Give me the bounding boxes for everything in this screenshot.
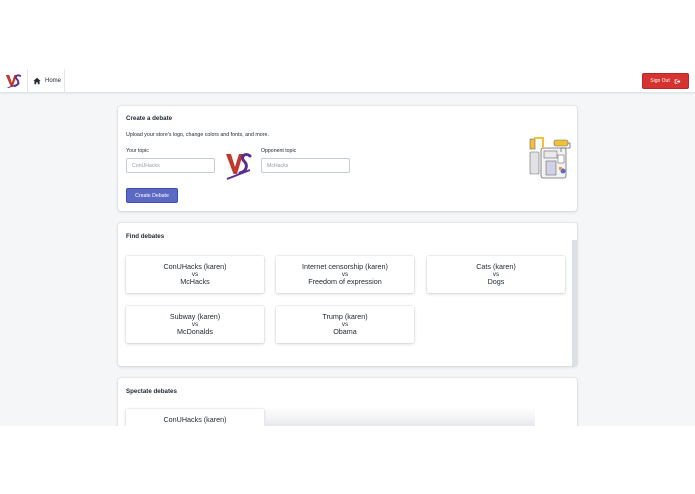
opponent-topic-input[interactable] (261, 158, 350, 173)
debate-tile[interactable]: Cats (karen) vs Dogs (427, 256, 565, 293)
your-topic-input[interactable] (126, 158, 215, 173)
debate-tile[interactable]: Subway (karen) vs McDonalds (126, 306, 264, 343)
debate-topic: ConUHacks (karen) (163, 415, 227, 424)
opponent-topic-label: Opponent topic (261, 148, 297, 154)
create-debate-title: Create a debate (126, 115, 173, 122)
sign-out-icon (674, 78, 681, 84)
scrollbar[interactable] (572, 240, 577, 366)
debate-tile[interactable]: ConUHacks (karen) vs McHacks (126, 256, 264, 293)
app-window: Home Sign Out Create a debate Upload you… (0, 69, 695, 426)
debate-topic: Internet censorship (karen) (302, 261, 388, 271)
paint-roller-illustration (529, 137, 571, 179)
debate-opponent: Dogs (487, 277, 505, 286)
debate-opponent: McHacks (180, 277, 210, 286)
debate-tile[interactable]: Trump (karen) vs Obama (276, 306, 414, 343)
debate-opponent: McDonalds (177, 327, 213, 336)
vs-logo-icon (226, 153, 252, 180)
home-icon (33, 77, 41, 85)
toast-shadow (265, 407, 535, 426)
spectate-debates-title: Spectate debates (126, 388, 177, 395)
your-topic-label: Your topic (126, 148, 149, 154)
home-link[interactable]: Home (33, 75, 61, 87)
debate-topic: Subway (karen) (169, 311, 221, 321)
create-debate-description: Upload your store's logo, change colors … (126, 132, 269, 138)
sign-out-button[interactable]: Sign Out (642, 73, 689, 89)
debate-topic: Cats (karen) (476, 261, 516, 271)
nav-divider (64, 69, 65, 93)
nav-divider (27, 69, 28, 93)
find-debates-card: Find debates ConUHacks (karen) vs McHack… (118, 223, 577, 366)
scrollbar-thumb[interactable] (572, 240, 577, 366)
spectate-tile[interactable]: ConUHacks (karen) (126, 409, 264, 426)
debate-tile[interactable]: Internet censorship (karen) vs Freedom o… (276, 256, 414, 293)
sign-out-label: Sign Out (650, 78, 670, 84)
debate-topic: ConUHacks (karen) (163, 261, 227, 271)
find-debates-title: Find debates (126, 233, 165, 240)
create-debate-button[interactable]: Create Debate (126, 188, 178, 203)
home-label: Home (45, 78, 62, 84)
create-debate-card: Create a debate Upload your store's logo… (118, 106, 577, 211)
debate-opponent: Freedom of expression (308, 277, 382, 286)
debate-topic: Trump (karen) (322, 311, 368, 321)
debate-opponent: Obama (333, 327, 357, 336)
vs-logo-icon[interactable] (5, 73, 22, 89)
top-bar: Home Sign Out (0, 69, 695, 93)
